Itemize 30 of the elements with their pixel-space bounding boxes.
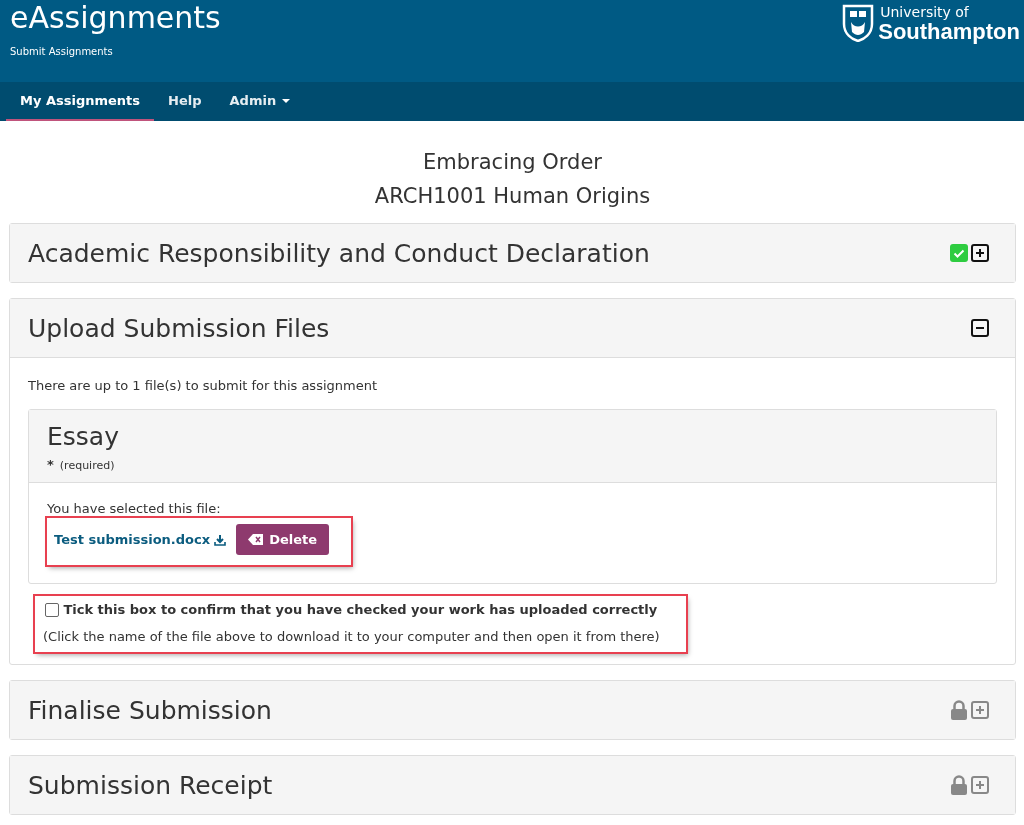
selected-file-label: You have selected this file: <box>47 501 222 516</box>
panel-header[interactable]: Academic Responsibility and Conduct Declaration <box>10 224 1015 282</box>
required-note: (required) <box>59 459 115 472</box>
page-heading: ARCH1001 Human Origins <box>374 183 651 210</box>
page-heading: Embracing Order <box>423 149 602 176</box>
backspace-icon <box>248 534 264 545</box>
nav-tab[interactable]: My Assignments <box>6 82 155 121</box>
panel-title: Upload Submission Files <box>28 313 330 343</box>
panel-title: Academic Responsibility and Conduct Declaration <box>28 238 650 268</box>
nav-tab[interactable]: Help <box>154 82 216 121</box>
panel-title: Finalise Submission <box>28 695 272 725</box>
panel-title: Submission Receipt <box>28 770 273 800</box>
delete-button[interactable]: Delete <box>236 524 330 555</box>
hint-text: (Click the name of the file above to download it to your computer and then open it from there) <box>43 629 660 644</box>
file-link[interactable]: Test submission.docx <box>54 532 227 547</box>
logo-wordmark: Southampton <box>878 20 1020 44</box>
panel-header[interactable]: Finalise Submission <box>10 681 1015 739</box>
card-title: Essay <box>47 422 120 451</box>
panel-header[interactable]: Upload Submission Files <box>10 299 1015 358</box>
download-icon <box>214 533 227 546</box>
required-mark: * <box>47 457 54 472</box>
checkbox-label: Tick this box to confirm that you have checked your work has uploaded correctly <box>63 602 658 617</box>
checkbox[interactable] <box>45 602 60 617</box>
intro-text: There are up to 1 file(s) to submit for this assignment <box>28 378 378 393</box>
logo-text: University of <box>879 4 969 20</box>
nav-tab[interactable]: Admin <box>215 82 305 121</box>
panel-header[interactable]: Submission Receipt <box>10 756 1015 814</box>
app-subtitle: Submit Assignments <box>10 46 114 57</box>
app-title: eAssignments <box>10 0 221 36</box>
shield-logo-icon <box>842 4 875 42</box>
